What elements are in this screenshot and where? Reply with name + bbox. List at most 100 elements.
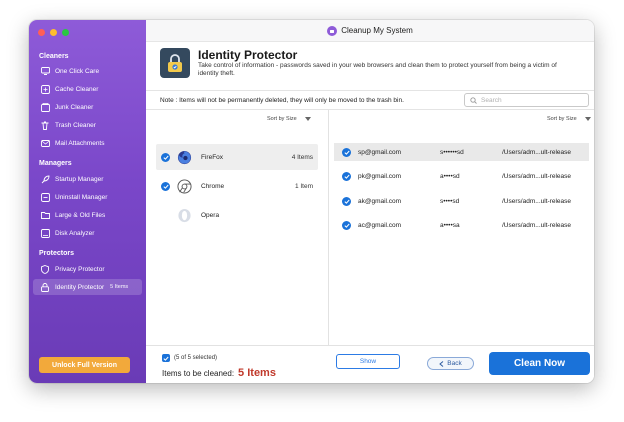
entry-email: ak@gmail.com: [358, 197, 402, 205]
identity-lock-icon: [160, 48, 190, 78]
browser-name: FireFox: [201, 153, 224, 161]
trash-icon: [40, 120, 50, 130]
browser-name: Chrome: [201, 182, 225, 190]
sidebar-item-disk-analyzer[interactable]: Disk Analyzer: [33, 225, 142, 241]
sidebar-item-identity-protector[interactable]: Identity Protector 5 Items: [33, 279, 142, 295]
search-input[interactable]: [481, 96, 581, 104]
entry-row[interactable]: ak@gmail.com s••••sd /Users/adm...ult-re…: [334, 192, 589, 210]
page-description: Take control of information - passwords …: [198, 62, 557, 77]
show-button[interactable]: Show: [336, 354, 400, 369]
app-logo-icon: [327, 25, 338, 36]
chrome-icon: [177, 178, 192, 194]
firefox-icon: [177, 150, 192, 164]
close-window-button[interactable]: [38, 29, 45, 36]
checkmark-icon[interactable]: [161, 181, 170, 191]
entry-path: /Users/adm...ult-release: [502, 197, 571, 205]
note-bar: Note : Items will not be permanently del…: [146, 90, 594, 110]
search-icon: [470, 96, 477, 104]
chevron-left-icon: [439, 360, 444, 367]
items-to-clean: Items to be cleaned: 5 Items: [162, 367, 276, 379]
browser-count: 1 Item: [294, 182, 313, 190]
app-window: Cleaners One Click Care Cache Cleaner Ju…: [29, 20, 594, 383]
clean-now-button[interactable]: Clean Now: [489, 352, 590, 375]
sort-label: Sort by Size: [547, 116, 577, 122]
entries-pane: Sort by Size sp@gmail.com s••••••sd /Use…: [330, 110, 594, 345]
note-text: Note : Items will not be permanently del…: [160, 97, 404, 104]
items-value: 5 Items: [238, 367, 276, 379]
sidebar-item-startup-manager[interactable]: Startup Manager: [33, 171, 142, 187]
checkmark-icon[interactable]: [342, 147, 351, 157]
section-title-protectors: Protectors: [39, 250, 75, 257]
checkmark-icon[interactable]: [342, 171, 351, 181]
entry-password: a••••sd: [440, 172, 460, 180]
browser-row-firefox[interactable]: FireFox 4 Items: [156, 144, 318, 170]
entry-email: sp@gmail.com: [358, 148, 402, 156]
entry-path: /Users/adm...ult-release: [502, 148, 571, 156]
back-button[interactable]: Back: [427, 357, 474, 370]
checkbox-icon: [162, 354, 170, 362]
lock-icon: [40, 282, 50, 292]
sidebar-item-label: Cache Cleaner: [55, 85, 99, 93]
browsers-pane: Sort by Size FireFox 4 Items Chrome 1 It…: [146, 110, 329, 345]
sidebar-item-label: Startup Manager: [55, 175, 104, 183]
sidebar-item-uninstall-manager[interactable]: Uninstall Manager: [33, 189, 142, 205]
checkmark-icon[interactable]: [342, 220, 351, 230]
entry-password: s••••sd: [440, 197, 460, 205]
items-label: Items to be cleaned:: [162, 369, 235, 378]
chevron-down-icon: [304, 117, 311, 121]
sidebar-item-privacy-protector[interactable]: Privacy Protector: [33, 261, 142, 277]
sort-label: Sort by Size: [267, 116, 297, 122]
entry-row[interactable]: ac@gmail.com a••••sa /Users/adm...ult-re…: [334, 216, 589, 234]
main-panel: Cleanup My System Identity Protector Tak…: [146, 20, 594, 383]
browser-row-chrome[interactable]: Chrome 1 Item: [156, 173, 318, 199]
entry-email: pk@gmail.com: [358, 172, 402, 180]
checkmark-icon[interactable]: [161, 152, 170, 162]
sidebar-item-label: Trash Cleaner: [55, 121, 96, 129]
sidebar-item-count: 5 Items: [110, 284, 129, 290]
page-title: Identity Protector: [198, 48, 298, 62]
entry-row[interactable]: pk@gmail.com a••••sd /Users/adm...ult-re…: [334, 167, 589, 185]
zoom-window-button[interactable]: [62, 29, 69, 36]
entry-path: /Users/adm...ult-release: [502, 221, 571, 229]
sidebar-item-label: Identity Protector: [55, 283, 105, 291]
entry-password: s••••••sd: [440, 148, 464, 156]
sidebar-item-cache-cleaner[interactable]: Cache Cleaner: [33, 81, 142, 97]
checkmark-icon[interactable]: [342, 196, 351, 206]
entry-password: a••••sa: [440, 221, 460, 229]
window-controls: [38, 29, 69, 36]
sidebar-item-label: Mail Attachments: [55, 139, 105, 147]
sidebar-item-junk-cleaner[interactable]: Junk Cleaner: [33, 99, 142, 115]
entry-row[interactable]: sp@gmail.com s••••••sd /Users/adm...ult-…: [334, 143, 589, 161]
disk-icon: [40, 228, 50, 238]
browser-name: Opera: [201, 211, 220, 219]
sidebar-item-label: One Click Care: [55, 67, 100, 75]
sidebar-item-mail-attachments[interactable]: Mail Attachments: [33, 135, 142, 151]
folder-icon: [40, 210, 50, 220]
sidebar: Cleaners One Click Care Cache Cleaner Ju…: [29, 20, 146, 383]
sidebar-item-label: Uninstall Manager: [55, 193, 108, 201]
junk-icon: [40, 102, 50, 112]
browser-count: 4 Items: [291, 153, 313, 161]
search-box[interactable]: [464, 93, 589, 107]
select-all-checkbox[interactable]: (5 of 5 selected): [162, 354, 217, 362]
unlock-full-version-button[interactable]: Unlock Full Version: [39, 357, 130, 373]
minimize-window-button[interactable]: [50, 29, 57, 36]
cache-icon: [40, 84, 50, 94]
mail-icon: [40, 138, 50, 148]
footer-bar: (5 of 5 selected) Items to be cleaned: 5…: [146, 345, 594, 383]
entries-sort-dropdown[interactable]: Sort by Size: [547, 116, 591, 122]
browsers-sort-dropdown[interactable]: Sort by Size: [267, 116, 311, 122]
rocket-icon: [40, 174, 50, 184]
monitor-icon: [40, 66, 50, 76]
sidebar-item-one-click-care[interactable]: One Click Care: [33, 63, 142, 79]
sidebar-item-large-old-files[interactable]: Large & Old Files: [33, 207, 142, 223]
sidebar-item-label: Junk Cleaner: [55, 103, 94, 111]
sidebar-item-trash-cleaner[interactable]: Trash Cleaner: [33, 117, 142, 133]
entry-path: /Users/adm...ult-release: [502, 172, 571, 180]
back-label: Back: [447, 360, 462, 367]
section-title-managers: Managers: [39, 160, 72, 167]
checkbox-empty[interactable]: [161, 211, 170, 220]
opera-icon: [178, 208, 191, 222]
browser-row-opera[interactable]: Opera: [156, 202, 318, 228]
entry-email: ac@gmail.com: [358, 221, 402, 229]
